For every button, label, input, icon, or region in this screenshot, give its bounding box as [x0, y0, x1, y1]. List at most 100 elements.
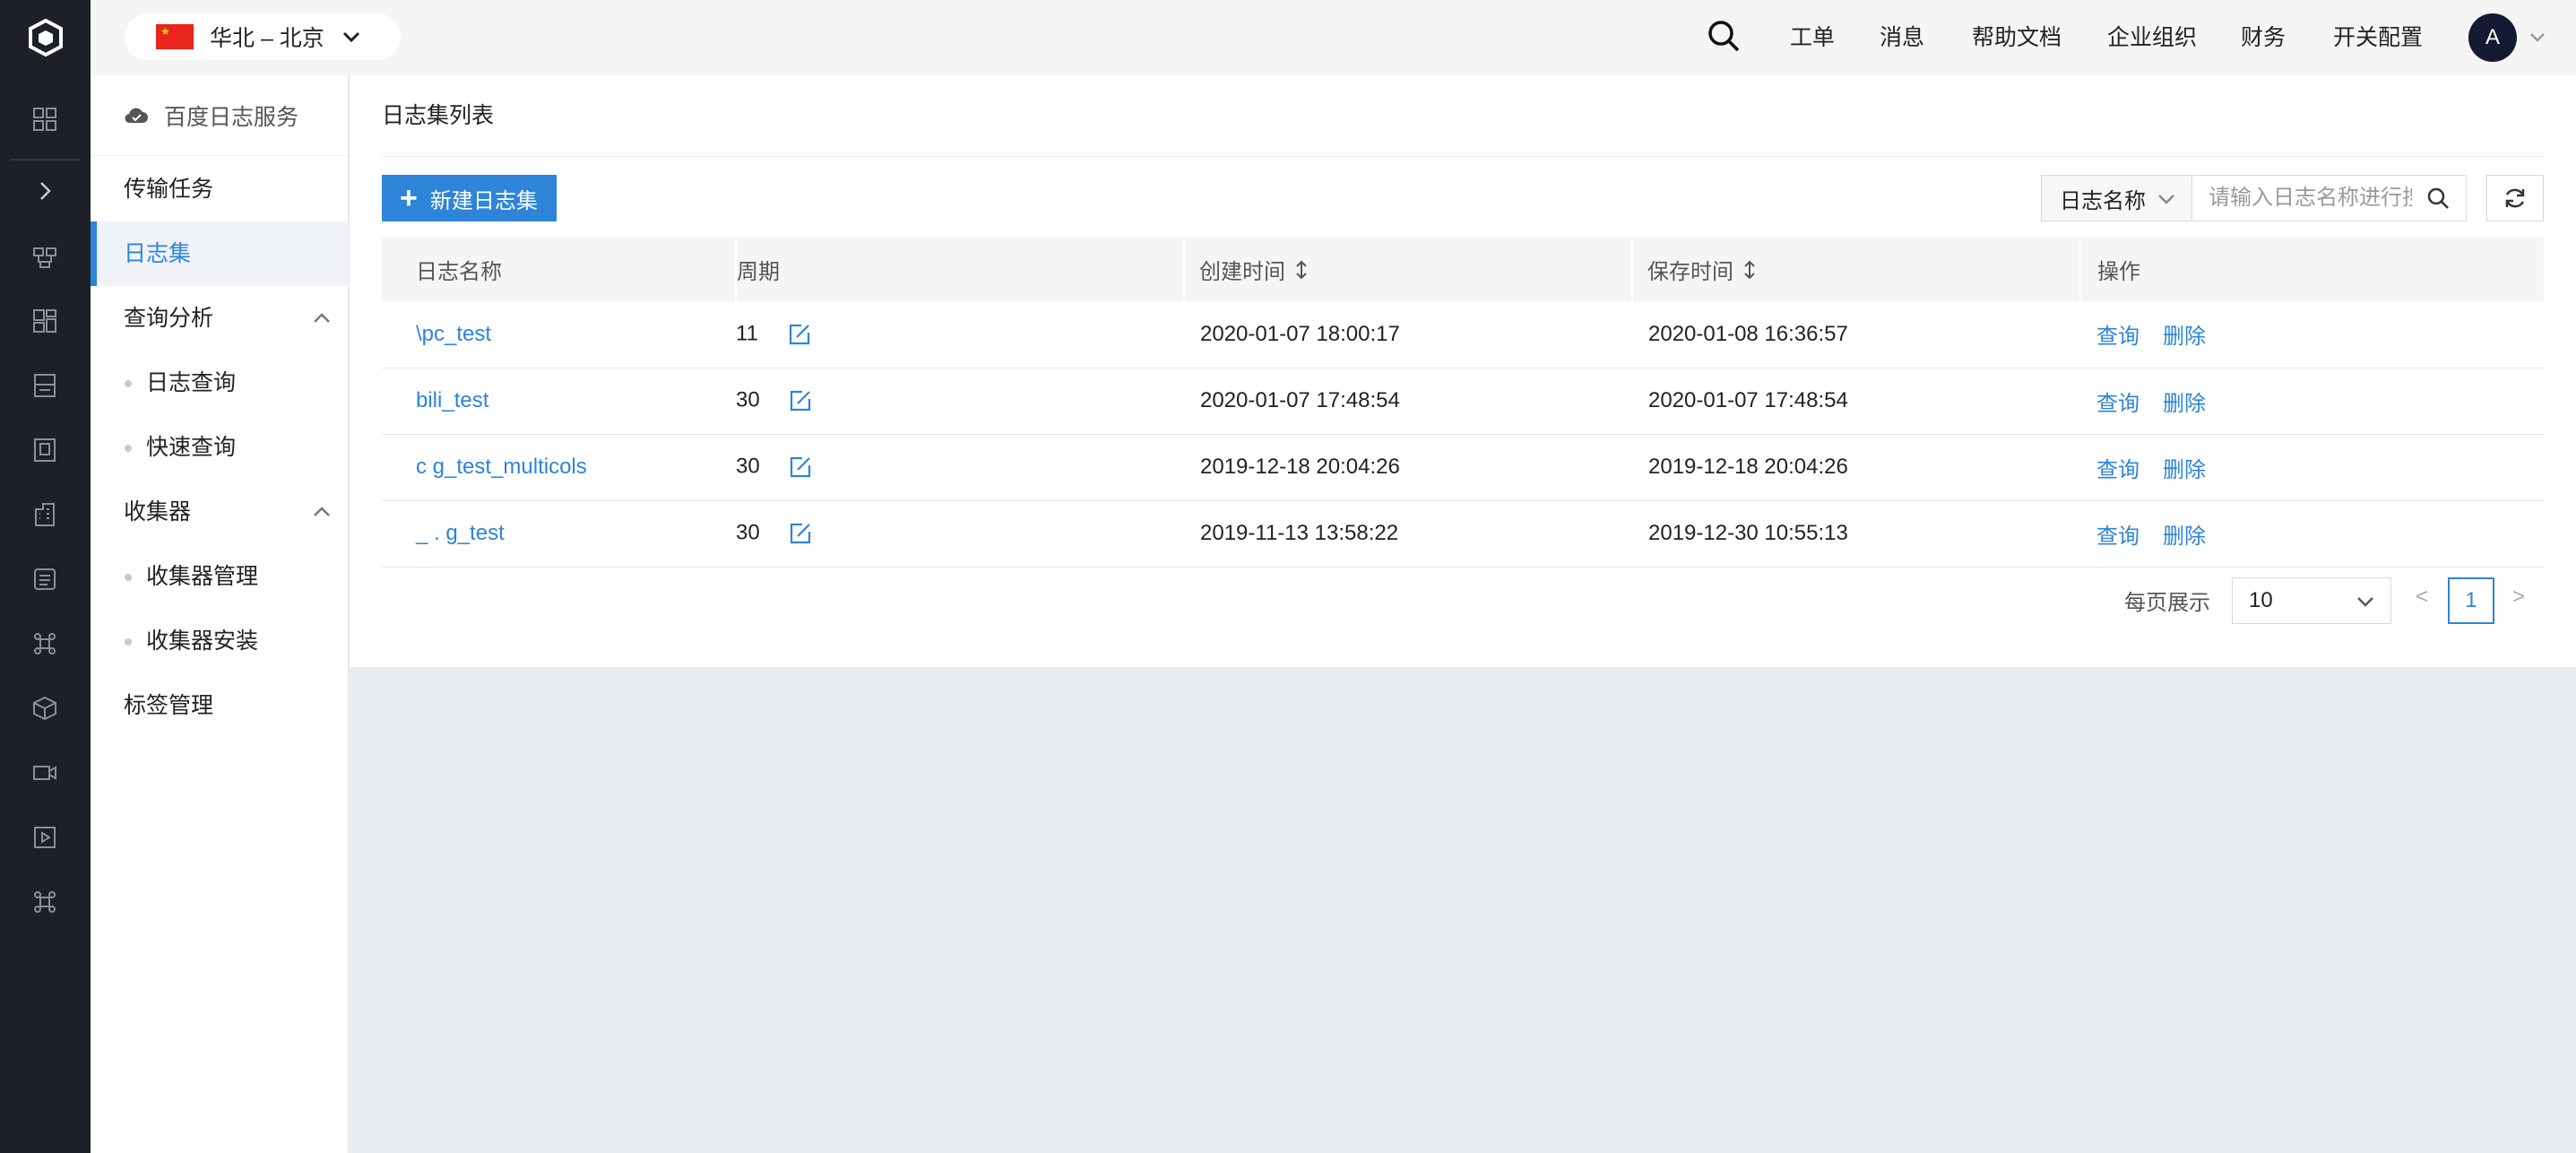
cell-actions: 查询 删除	[2080, 301, 2544, 368]
nav-switch-config[interactable]: 开关配置	[2333, 0, 2423, 75]
query-link[interactable]: 查询	[2096, 392, 2139, 416]
query-link[interactable]: 查询	[2096, 524, 2139, 549]
period-value: 30	[736, 454, 760, 479]
office-icon[interactable]	[25, 495, 65, 534]
logo-icon[interactable]	[0, 0, 91, 75]
search-field-select[interactable]: 日志名称	[2041, 175, 2191, 221]
sidebar-item-label: 查询分析	[124, 306, 214, 331]
nav-messages[interactable]: 消息	[1880, 0, 1924, 75]
modules-icon[interactable]	[25, 238, 65, 277]
command-icon[interactable]	[25, 624, 65, 663]
sort-icon[interactable]	[1292, 259, 1310, 281]
nav-tickets[interactable]: 工单	[1790, 0, 1835, 75]
col-header-label: 操作	[2097, 260, 2140, 284]
edit-icon[interactable]	[787, 387, 814, 414]
log-set-name-link[interactable]: bili_test	[416, 388, 488, 412]
col-header-actions: 操作	[2080, 238, 2544, 301]
col-header-saved[interactable]: 保存时间	[1632, 238, 2081, 301]
delete-link[interactable]: 删除	[2163, 458, 2206, 482]
cell-saved: 2019-12-18 20:04:26	[1632, 434, 2080, 501]
prev-page-button[interactable]: <	[2416, 585, 2428, 610]
box-icon[interactable]	[25, 689, 65, 728]
database-icon[interactable]	[25, 559, 65, 599]
sort-icon[interactable]	[1741, 259, 1759, 281]
log-set-name-link[interactable]: \pc_test	[416, 322, 491, 346]
china-flag-icon	[156, 24, 194, 49]
sidebar-item-query-analysis[interactable]: 查询分析	[91, 286, 349, 351]
query-link[interactable]: 查询	[2096, 458, 2139, 482]
rail-divider	[11, 159, 80, 160]
sidebar-item-quick-query[interactable]: 快速查询	[91, 415, 349, 480]
page-number-current[interactable]: 1	[2448, 577, 2494, 624]
nav-organization[interactable]: 企业组织	[2107, 0, 2197, 75]
icon-rail	[0, 0, 91, 1153]
table-row: c g_test_multicols 30 2019-12-18 20:04:2…	[382, 434, 2544, 501]
nav-help-docs[interactable]: 帮助文档	[1972, 0, 2062, 75]
refresh-icon	[2505, 188, 2525, 208]
building-icon[interactable]	[25, 430, 65, 470]
nav-finance[interactable]: 财务	[2241, 0, 2286, 75]
top-bar: 华北 – 北京 工单 消息 帮助文档 企业组织 财务 开关配置 A	[91, 0, 2576, 75]
sidebar-item-collector-install[interactable]: 收集器安装	[91, 609, 349, 673]
chevron-down-icon	[2357, 597, 2373, 607]
search-icon[interactable]	[1704, 16, 1743, 56]
delete-link[interactable]: 删除	[2163, 524, 2206, 549]
video-icon[interactable]	[25, 753, 65, 793]
edit-icon[interactable]	[786, 321, 813, 348]
log-set-name-link[interactable]: _ . g_test	[416, 521, 505, 545]
delete-link[interactable]: 删除	[2163, 392, 2206, 416]
search-icon[interactable]	[2425, 185, 2451, 212]
refresh-button[interactable]	[2486, 175, 2544, 221]
page-size-select[interactable]: 10	[2232, 577, 2391, 624]
sidebar-item-transfer-tasks[interactable]: 传输任务	[91, 157, 349, 221]
avatar[interactable]: A	[2468, 13, 2517, 62]
region-selector[interactable]: 华北 – 北京	[125, 13, 401, 60]
cell-saved: 2020-01-07 17:48:54	[1632, 368, 2080, 435]
sidebar-item-label: 快速查询	[146, 435, 237, 460]
next-page-button[interactable]: >	[2512, 585, 2525, 610]
delete-link[interactable]: 删除	[2163, 325, 2206, 349]
grid-icon[interactable]	[25, 301, 65, 341]
table-row: _ . g_test 30 2019-11-13 13:58:22 2019-1…	[382, 500, 2544, 568]
cell-name: _ . g_test	[382, 500, 736, 568]
col-header-created[interactable]: 创建时间	[1184, 238, 1633, 301]
service-sidebar: 百度日志服务 传输任务 日志集 查询分析 日志查询 快速查询 收集器 收集器管理…	[91, 75, 349, 1153]
col-header-label: 保存时间	[1647, 260, 1733, 284]
log-set-name-link[interactable]: c g_test_multicols	[416, 455, 587, 479]
search-field-label: 日志名称	[2060, 188, 2146, 213]
period-value: 30	[736, 387, 760, 412]
cell-name: bili_test	[382, 368, 736, 435]
expand-icon[interactable]	[25, 171, 65, 211]
page-title: 日志集列表	[382, 75, 2544, 157]
cell-saved: 2019-12-30 10:55:13	[1632, 500, 2080, 568]
sidebar-item-label: 传输任务	[124, 177, 214, 202]
command-icon[interactable]	[25, 882, 65, 922]
sidebar-item-log-query[interactable]: 日志查询	[91, 351, 349, 415]
cell-created: 2020-01-07 18:00:17	[1184, 301, 1632, 368]
chevron-up-icon	[314, 313, 330, 323]
sidebar-item-collector-management[interactable]: 收集器管理	[91, 544, 349, 609]
col-header-label: 创建时间	[1199, 260, 1285, 284]
col-header-period: 周期	[736, 238, 1185, 301]
sidebar-item-label: 收集器管理	[146, 564, 259, 589]
sidebar-item-tag-management[interactable]: 标签管理	[91, 673, 349, 738]
new-log-set-button[interactable]: + 新建日志集	[382, 175, 557, 221]
chevron-down-icon[interactable]	[2526, 25, 2549, 48]
cell-actions: 查询 删除	[2080, 434, 2544, 501]
edit-icon[interactable]	[787, 520, 814, 547]
col-header-name: 日志名称	[382, 238, 737, 301]
chevron-down-icon	[2158, 195, 2174, 204]
play-icon[interactable]	[25, 818, 65, 857]
sidebar-item-label: 标签管理	[124, 693, 214, 718]
log-set-table: 日志名称 周期 创建时间 保存时间 操作 \pc_test 11 2020-01…	[382, 238, 2544, 568]
sidebar-item-log-sets[interactable]: 日志集	[91, 221, 349, 286]
storage-icon[interactable]	[25, 366, 65, 405]
query-link[interactable]: 查询	[2096, 325, 2139, 349]
cell-period: 30	[736, 500, 1184, 568]
edit-icon[interactable]	[787, 454, 814, 481]
cell-name: c g_test_multicols	[382, 434, 736, 501]
chevron-down-icon	[342, 31, 359, 43]
dashboard-icon[interactable]	[25, 100, 65, 139]
cell-saved: 2020-01-08 16:36:57	[1632, 301, 2080, 368]
sidebar-item-collectors[interactable]: 收集器	[91, 480, 349, 544]
